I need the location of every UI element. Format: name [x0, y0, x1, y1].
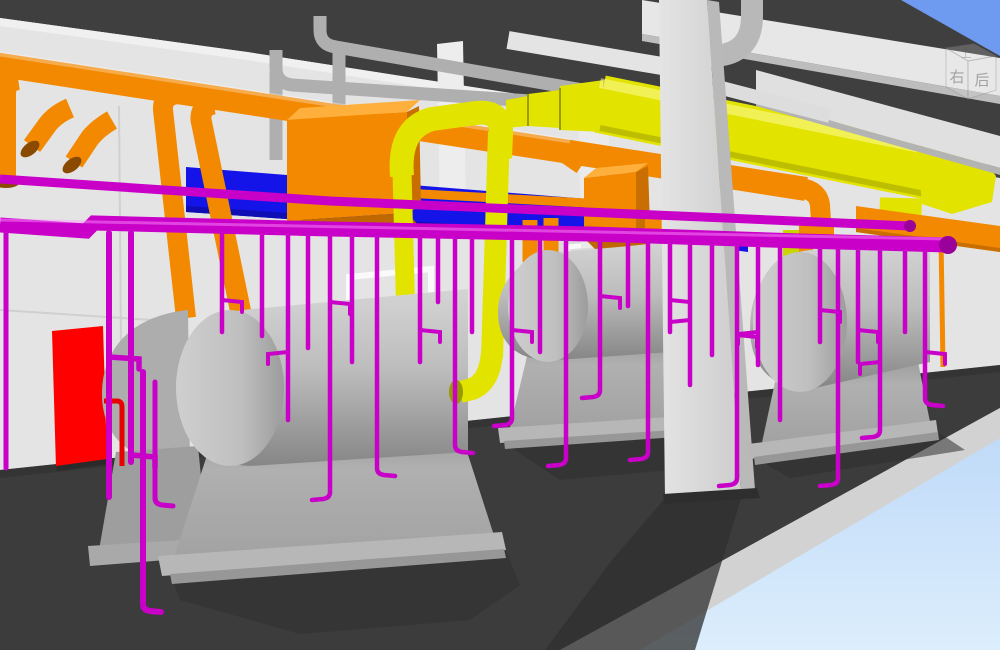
viewcube-top-label[interactable]: 上 [961, 47, 972, 60]
door-panel [52, 326, 107, 468]
yellow-reducer-0 [506, 96, 528, 128]
tank2-end-cap [508, 250, 588, 362]
orange-left-elbow [4, 78, 18, 178]
viewcube[interactable]: 上 右 后 [946, 44, 996, 99]
yellow-vertical-2-run [492, 132, 499, 358]
magenta-lower-header-cap [939, 236, 957, 254]
red-door[interactable] [52, 326, 108, 471]
yellow-reducer-1 [528, 90, 560, 128]
orange-thin-floor-drop [941, 238, 943, 367]
viewcube-front-label[interactable]: 右 [949, 68, 964, 86]
viewcube-side-label[interactable]: 后 [974, 71, 989, 89]
tank3-end-cap [753, 252, 847, 392]
tank-1[interactable] [158, 289, 520, 634]
tank1-end-cap [176, 310, 284, 466]
viewport-3d-canvas[interactable]: 上 右 后 [0, 0, 1000, 650]
bim-viewport-stage[interactable]: 上 右 后 [0, 0, 1000, 650]
magenta-upper-header-cap [904, 220, 916, 232]
